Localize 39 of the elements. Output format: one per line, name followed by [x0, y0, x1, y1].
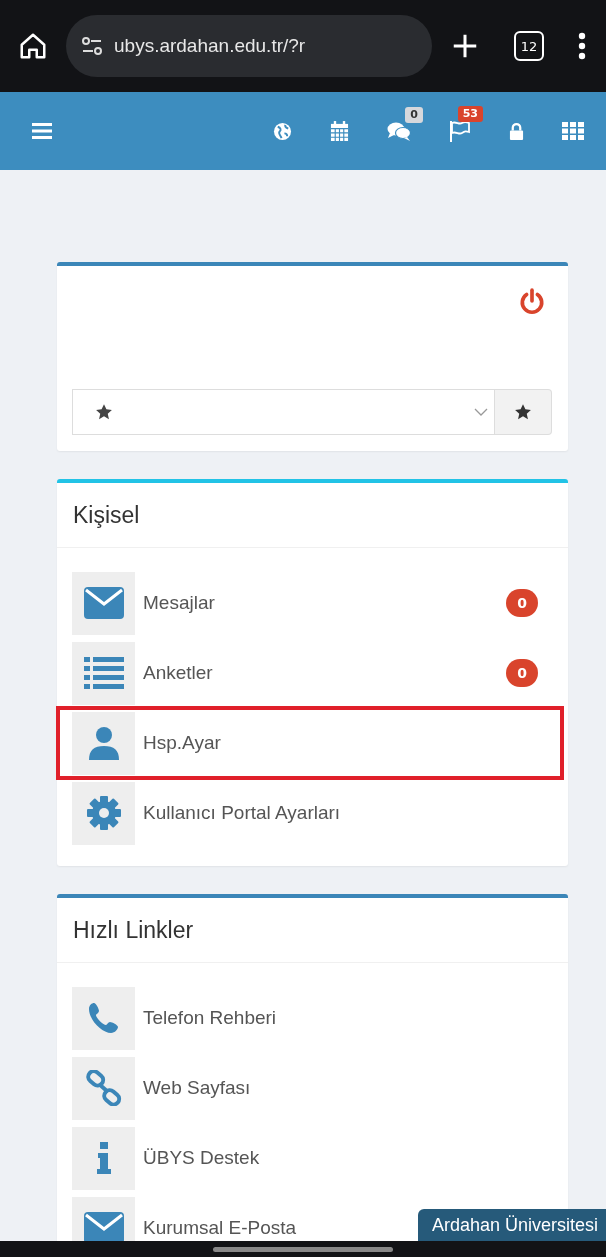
menu-icon[interactable]	[32, 123, 52, 139]
favorite-button[interactable]	[495, 389, 552, 435]
lock-icon[interactable]	[509, 121, 524, 141]
menu-item[interactable]: Web Sayfası	[72, 1053, 263, 1123]
user-icon	[88, 726, 119, 760]
chat-icon[interactable]	[387, 121, 411, 141]
section-title: Hızlı Linkler	[57, 898, 568, 963]
flag-icon[interactable]	[449, 120, 471, 142]
list-icon	[83, 657, 124, 689]
footer-tab[interactable]: Ardahan Üniversitesi	[417, 1209, 606, 1241]
count-badge: 0	[506, 589, 538, 617]
menu-item[interactable]: Kullanıcı Portal Ayarları	[72, 778, 353, 848]
menu-item[interactable]: Anketler 0	[72, 638, 568, 708]
power-icon[interactable]	[519, 288, 545, 316]
tab-count[interactable]: 12	[514, 31, 544, 61]
menu-item[interactable]: Telefon Rehberi	[72, 983, 289, 1053]
envelope-icon	[83, 587, 124, 619]
phone-icon	[87, 1002, 120, 1034]
globe-icon[interactable]	[273, 121, 292, 141]
home-icon[interactable]	[18, 31, 48, 61]
section-title: Kişisel	[57, 483, 568, 548]
more-menu-icon[interactable]	[578, 32, 586, 60]
star-icon	[95, 403, 113, 421]
menu-item[interactable]: ÜBYS Destek	[72, 1123, 272, 1193]
apps-grid-icon[interactable]	[562, 122, 584, 140]
envelope-icon	[83, 1212, 124, 1244]
calendar-icon[interactable]	[330, 120, 349, 142]
notification-badge: 53	[457, 106, 483, 122]
link-icon	[85, 1070, 122, 1106]
info-icon	[96, 1142, 111, 1174]
gesture-handle[interactable]	[213, 1246, 393, 1252]
star-icon	[514, 403, 532, 421]
site-settings-icon[interactable]	[80, 34, 104, 58]
notification-badge: 0	[405, 107, 423, 123]
address-bar[interactable]: ubys.ardahan.edu.tr/?r	[66, 15, 432, 77]
menu-item[interactable]: Hsp.Ayar	[60, 710, 560, 776]
menu-item[interactable]: Mesajlar 0	[72, 568, 568, 638]
chevron-down-icon	[474, 408, 488, 416]
count-badge: 0	[506, 659, 538, 687]
